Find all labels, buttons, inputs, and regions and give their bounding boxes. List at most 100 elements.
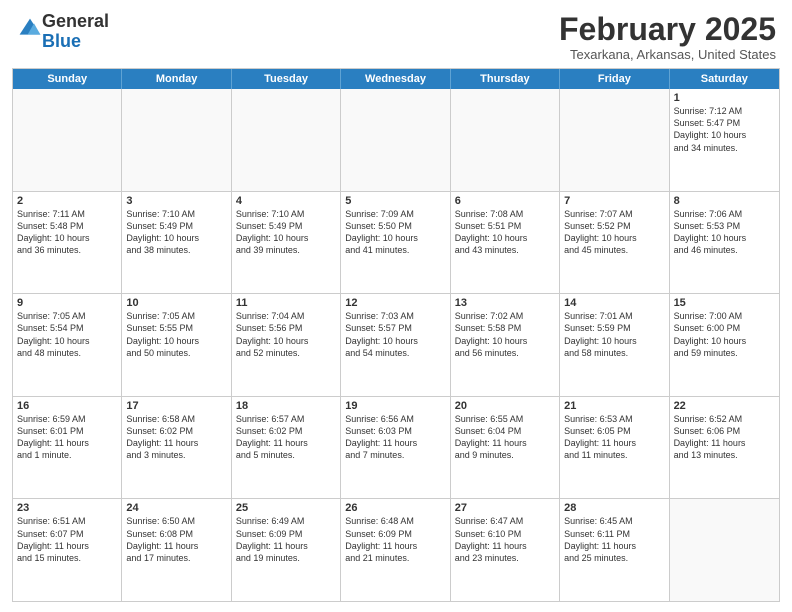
day-number: 24: [126, 502, 226, 514]
day-header: Thursday: [451, 69, 560, 89]
day-info: Sunrise: 6:48 AM Sunset: 6:09 PM Dayligh…: [345, 515, 445, 564]
day-number: 11: [236, 297, 336, 309]
day-cell: 17Sunrise: 6:58 AM Sunset: 6:02 PM Dayli…: [122, 397, 231, 499]
day-info: Sunrise: 7:09 AM Sunset: 5:50 PM Dayligh…: [345, 208, 445, 257]
day-number: 5: [345, 195, 445, 207]
day-number: 26: [345, 502, 445, 514]
day-number: 1: [674, 92, 775, 104]
day-number: 10: [126, 297, 226, 309]
day-info: Sunrise: 6:52 AM Sunset: 6:06 PM Dayligh…: [674, 413, 775, 462]
day-info: Sunrise: 7:07 AM Sunset: 5:52 PM Dayligh…: [564, 208, 664, 257]
day-info: Sunrise: 7:06 AM Sunset: 5:53 PM Dayligh…: [674, 208, 775, 257]
day-info: Sunrise: 6:51 AM Sunset: 6:07 PM Dayligh…: [17, 515, 117, 564]
day-number: 6: [455, 195, 555, 207]
day-cell: 19Sunrise: 6:56 AM Sunset: 6:03 PM Dayli…: [341, 397, 450, 499]
day-cell: 20Sunrise: 6:55 AM Sunset: 6:04 PM Dayli…: [451, 397, 560, 499]
day-cell: 7Sunrise: 7:07 AM Sunset: 5:52 PM Daylig…: [560, 192, 669, 294]
day-number: 14: [564, 297, 664, 309]
day-cell: 8Sunrise: 7:06 AM Sunset: 5:53 PM Daylig…: [670, 192, 779, 294]
day-info: Sunrise: 7:05 AM Sunset: 5:54 PM Dayligh…: [17, 310, 117, 359]
day-headers: SundayMondayTuesdayWednesdayThursdayFrid…: [13, 69, 779, 89]
logo-general: General: [42, 11, 109, 31]
day-cell: 2Sunrise: 7:11 AM Sunset: 5:48 PM Daylig…: [13, 192, 122, 294]
day-number: 12: [345, 297, 445, 309]
day-info: Sunrise: 7:01 AM Sunset: 5:59 PM Dayligh…: [564, 310, 664, 359]
day-cell: 10Sunrise: 7:05 AM Sunset: 5:55 PM Dayli…: [122, 294, 231, 396]
location: Texarkana, Arkansas, United States: [559, 47, 776, 62]
day-cell: 22Sunrise: 6:52 AM Sunset: 6:06 PM Dayli…: [670, 397, 779, 499]
day-header: Saturday: [670, 69, 779, 89]
day-cell: [341, 89, 450, 191]
day-cell: [451, 89, 560, 191]
day-number: 21: [564, 400, 664, 412]
day-cell: 1Sunrise: 7:12 AM Sunset: 5:47 PM Daylig…: [670, 89, 779, 191]
day-cell: 28Sunrise: 6:45 AM Sunset: 6:11 PM Dayli…: [560, 499, 669, 601]
day-cell: [670, 499, 779, 601]
week-row: 16Sunrise: 6:59 AM Sunset: 6:01 PM Dayli…: [13, 397, 779, 500]
day-number: 3: [126, 195, 226, 207]
logo-blue: Blue: [42, 31, 81, 51]
day-info: Sunrise: 7:08 AM Sunset: 5:51 PM Dayligh…: [455, 208, 555, 257]
day-info: Sunrise: 7:10 AM Sunset: 5:49 PM Dayligh…: [126, 208, 226, 257]
day-number: 27: [455, 502, 555, 514]
day-info: Sunrise: 6:57 AM Sunset: 6:02 PM Dayligh…: [236, 413, 336, 462]
day-cell: 16Sunrise: 6:59 AM Sunset: 6:01 PM Dayli…: [13, 397, 122, 499]
day-header: Tuesday: [232, 69, 341, 89]
day-info: Sunrise: 7:10 AM Sunset: 5:49 PM Dayligh…: [236, 208, 336, 257]
month-title: February 2025: [559, 12, 776, 47]
week-row: 23Sunrise: 6:51 AM Sunset: 6:07 PM Dayli…: [13, 499, 779, 601]
logo-icon: [18, 17, 42, 41]
page: General Blue February 2025 Texarkana, Ar…: [0, 0, 792, 612]
day-info: Sunrise: 6:56 AM Sunset: 6:03 PM Dayligh…: [345, 413, 445, 462]
day-cell: [232, 89, 341, 191]
day-cell: [122, 89, 231, 191]
day-cell: 18Sunrise: 6:57 AM Sunset: 6:02 PM Dayli…: [232, 397, 341, 499]
day-number: 13: [455, 297, 555, 309]
day-cell: 3Sunrise: 7:10 AM Sunset: 5:49 PM Daylig…: [122, 192, 231, 294]
day-cell: 27Sunrise: 6:47 AM Sunset: 6:10 PM Dayli…: [451, 499, 560, 601]
weeks: 1Sunrise: 7:12 AM Sunset: 5:47 PM Daylig…: [13, 89, 779, 601]
day-header: Sunday: [13, 69, 122, 89]
day-header: Monday: [122, 69, 231, 89]
day-info: Sunrise: 7:12 AM Sunset: 5:47 PM Dayligh…: [674, 105, 775, 154]
logo: General Blue: [16, 12, 109, 52]
calendar: SundayMondayTuesdayWednesdayThursdayFrid…: [12, 68, 780, 602]
day-number: 2: [17, 195, 117, 207]
day-info: Sunrise: 7:00 AM Sunset: 6:00 PM Dayligh…: [674, 310, 775, 359]
week-row: 9Sunrise: 7:05 AM Sunset: 5:54 PM Daylig…: [13, 294, 779, 397]
header: General Blue February 2025 Texarkana, Ar…: [0, 0, 792, 68]
day-number: 16: [17, 400, 117, 412]
day-info: Sunrise: 6:47 AM Sunset: 6:10 PM Dayligh…: [455, 515, 555, 564]
day-cell: 25Sunrise: 6:49 AM Sunset: 6:09 PM Dayli…: [232, 499, 341, 601]
day-header: Wednesday: [341, 69, 450, 89]
title-block: February 2025 Texarkana, Arkansas, Unite…: [559, 12, 776, 62]
day-number: 20: [455, 400, 555, 412]
day-cell: 11Sunrise: 7:04 AM Sunset: 5:56 PM Dayli…: [232, 294, 341, 396]
day-cell: [560, 89, 669, 191]
day-number: 18: [236, 400, 336, 412]
day-info: Sunrise: 6:49 AM Sunset: 6:09 PM Dayligh…: [236, 515, 336, 564]
day-cell: 12Sunrise: 7:03 AM Sunset: 5:57 PM Dayli…: [341, 294, 450, 396]
day-cell: 9Sunrise: 7:05 AM Sunset: 5:54 PM Daylig…: [13, 294, 122, 396]
day-number: 15: [674, 297, 775, 309]
day-cell: 14Sunrise: 7:01 AM Sunset: 5:59 PM Dayli…: [560, 294, 669, 396]
day-number: 25: [236, 502, 336, 514]
logo-text: General Blue: [42, 12, 109, 52]
day-number: 7: [564, 195, 664, 207]
day-info: Sunrise: 6:45 AM Sunset: 6:11 PM Dayligh…: [564, 515, 664, 564]
day-number: 28: [564, 502, 664, 514]
day-info: Sunrise: 7:11 AM Sunset: 5:48 PM Dayligh…: [17, 208, 117, 257]
day-number: 8: [674, 195, 775, 207]
day-cell: 4Sunrise: 7:10 AM Sunset: 5:49 PM Daylig…: [232, 192, 341, 294]
week-row: 1Sunrise: 7:12 AM Sunset: 5:47 PM Daylig…: [13, 89, 779, 192]
day-cell: 23Sunrise: 6:51 AM Sunset: 6:07 PM Dayli…: [13, 499, 122, 601]
day-header: Friday: [560, 69, 669, 89]
day-number: 23: [17, 502, 117, 514]
day-info: Sunrise: 6:50 AM Sunset: 6:08 PM Dayligh…: [126, 515, 226, 564]
day-cell: 13Sunrise: 7:02 AM Sunset: 5:58 PM Dayli…: [451, 294, 560, 396]
day-info: Sunrise: 6:59 AM Sunset: 6:01 PM Dayligh…: [17, 413, 117, 462]
day-cell: 6Sunrise: 7:08 AM Sunset: 5:51 PM Daylig…: [451, 192, 560, 294]
day-info: Sunrise: 7:05 AM Sunset: 5:55 PM Dayligh…: [126, 310, 226, 359]
day-number: 22: [674, 400, 775, 412]
day-info: Sunrise: 7:04 AM Sunset: 5:56 PM Dayligh…: [236, 310, 336, 359]
